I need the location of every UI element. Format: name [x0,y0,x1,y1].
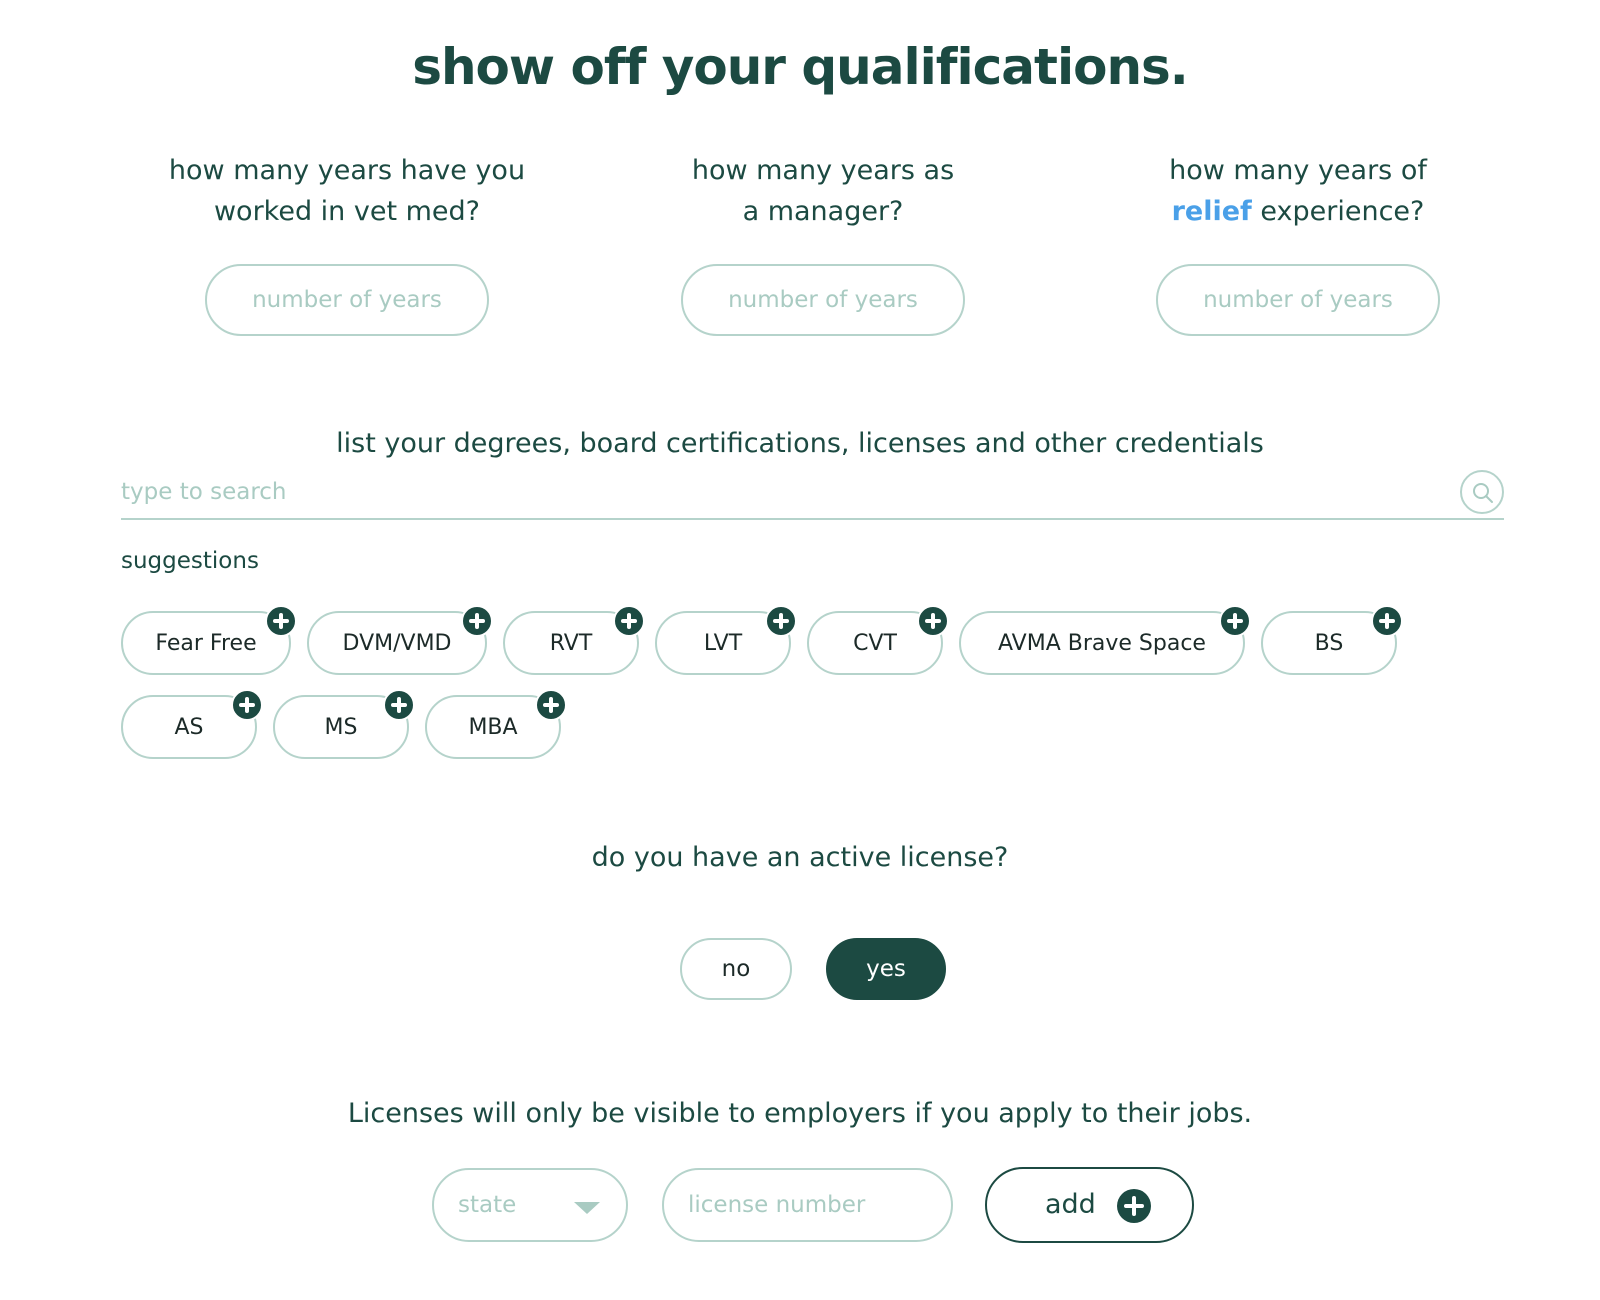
credentials-title: list your degrees, board certifications,… [336,428,1264,459]
license-number-input[interactable] [662,1168,953,1242]
suggestion-row: Fear Free DVM/VMD RVT LVT CVT AVMA Brave… [121,605,1521,675]
question-line-1: how many years have you [168,155,526,186]
suggestion-chips: Fear Free DVM/VMD RVT LVT CVT AVMA Brave… [121,605,1521,779]
question-line-1: how many years of [1169,155,1427,186]
credential-search [121,468,1504,520]
suggestions-label: suggestions [121,548,259,574]
chip-label: Fear Free [155,630,257,656]
plus-circle-icon[interactable] [265,605,297,637]
suggestion-chip-as[interactable]: AS [121,689,263,759]
question-line-2: worked in vet med? [213,196,481,227]
chip-label: AVMA Brave Space [998,630,1206,656]
suggestion-chip-avma-brave-space[interactable]: AVMA Brave Space [959,605,1251,675]
question-text: how many years of relief experience? [1088,150,1508,232]
plus-circle-icon[interactable] [1219,605,1251,637]
relief-years-input[interactable] [1156,264,1440,336]
suggestion-chip-bs[interactable]: BS [1261,605,1403,675]
experience-question-manager: how many years as a manager? [613,150,1033,336]
plus-circle-icon [1117,1189,1151,1223]
suggestion-chip-fear-free[interactable]: Fear Free [121,605,297,675]
license-no-button[interactable]: no [680,938,792,1000]
question-line-2-rest: experience? [1251,196,1425,227]
suggestion-chip-cvt[interactable]: CVT [807,605,949,675]
credential-search-input[interactable] [121,472,1401,512]
plus-circle-icon[interactable] [1371,605,1403,637]
chip-label: AS [174,714,204,740]
experience-question-vetmed: how many years have you worked in vet me… [137,150,557,336]
chip-label: DVM/VMD [342,630,452,656]
plus-circle-icon[interactable] [917,605,949,637]
license-yes-button[interactable]: yes [826,938,946,1000]
vetmed-years-input[interactable] [205,264,489,336]
suggestion-chip-mba[interactable]: MBA [425,689,567,759]
experience-question-relief: how many years of relief experience? [1088,150,1508,336]
manager-years-input[interactable] [681,264,965,336]
license-visibility-note: Licenses will only be visible to employe… [347,1098,1253,1129]
plus-circle-icon[interactable] [613,605,645,637]
state-placeholder: state [458,1192,517,1218]
search-icon [1473,483,1493,503]
add-license-button[interactable]: add [985,1167,1194,1243]
question-text: how many years have you worked in vet me… [137,150,557,232]
question-text: how many years as a manager? [613,150,1033,232]
chip-label: CVT [853,630,897,656]
plus-circle-icon[interactable] [383,689,415,721]
chip-label: MBA [468,714,518,740]
search-button[interactable] [1460,470,1504,514]
plus-circle-icon[interactable] [765,605,797,637]
suggestion-chip-rvt[interactable]: RVT [503,605,645,675]
chip-label: MS [324,714,358,740]
suggestion-chip-dvm-vmd[interactable]: DVM/VMD [307,605,493,675]
chip-label: LVT [703,630,743,656]
chip-label: RVT [549,630,593,656]
chip-label: BS [1314,630,1344,656]
plus-circle-icon[interactable] [535,689,567,721]
active-license-question: do you have an active license? [591,842,1009,873]
relief-highlight: relief [1171,196,1252,227]
add-label: add [1045,1189,1096,1220]
chevron-down-icon [574,1202,600,1214]
page-title: show off your qualifications. [412,38,1189,96]
question-line-1: how many years as [691,155,955,186]
suggestion-chip-ms[interactable]: MS [273,689,415,759]
plus-circle-icon[interactable] [231,689,263,721]
suggestion-row: AS MS MBA [121,689,1521,759]
plus-circle-icon[interactable] [461,605,493,637]
state-select[interactable]: state [432,1168,628,1242]
question-line-2: a manager? [742,196,904,227]
suggestion-chip-lvt[interactable]: LVT [655,605,797,675]
